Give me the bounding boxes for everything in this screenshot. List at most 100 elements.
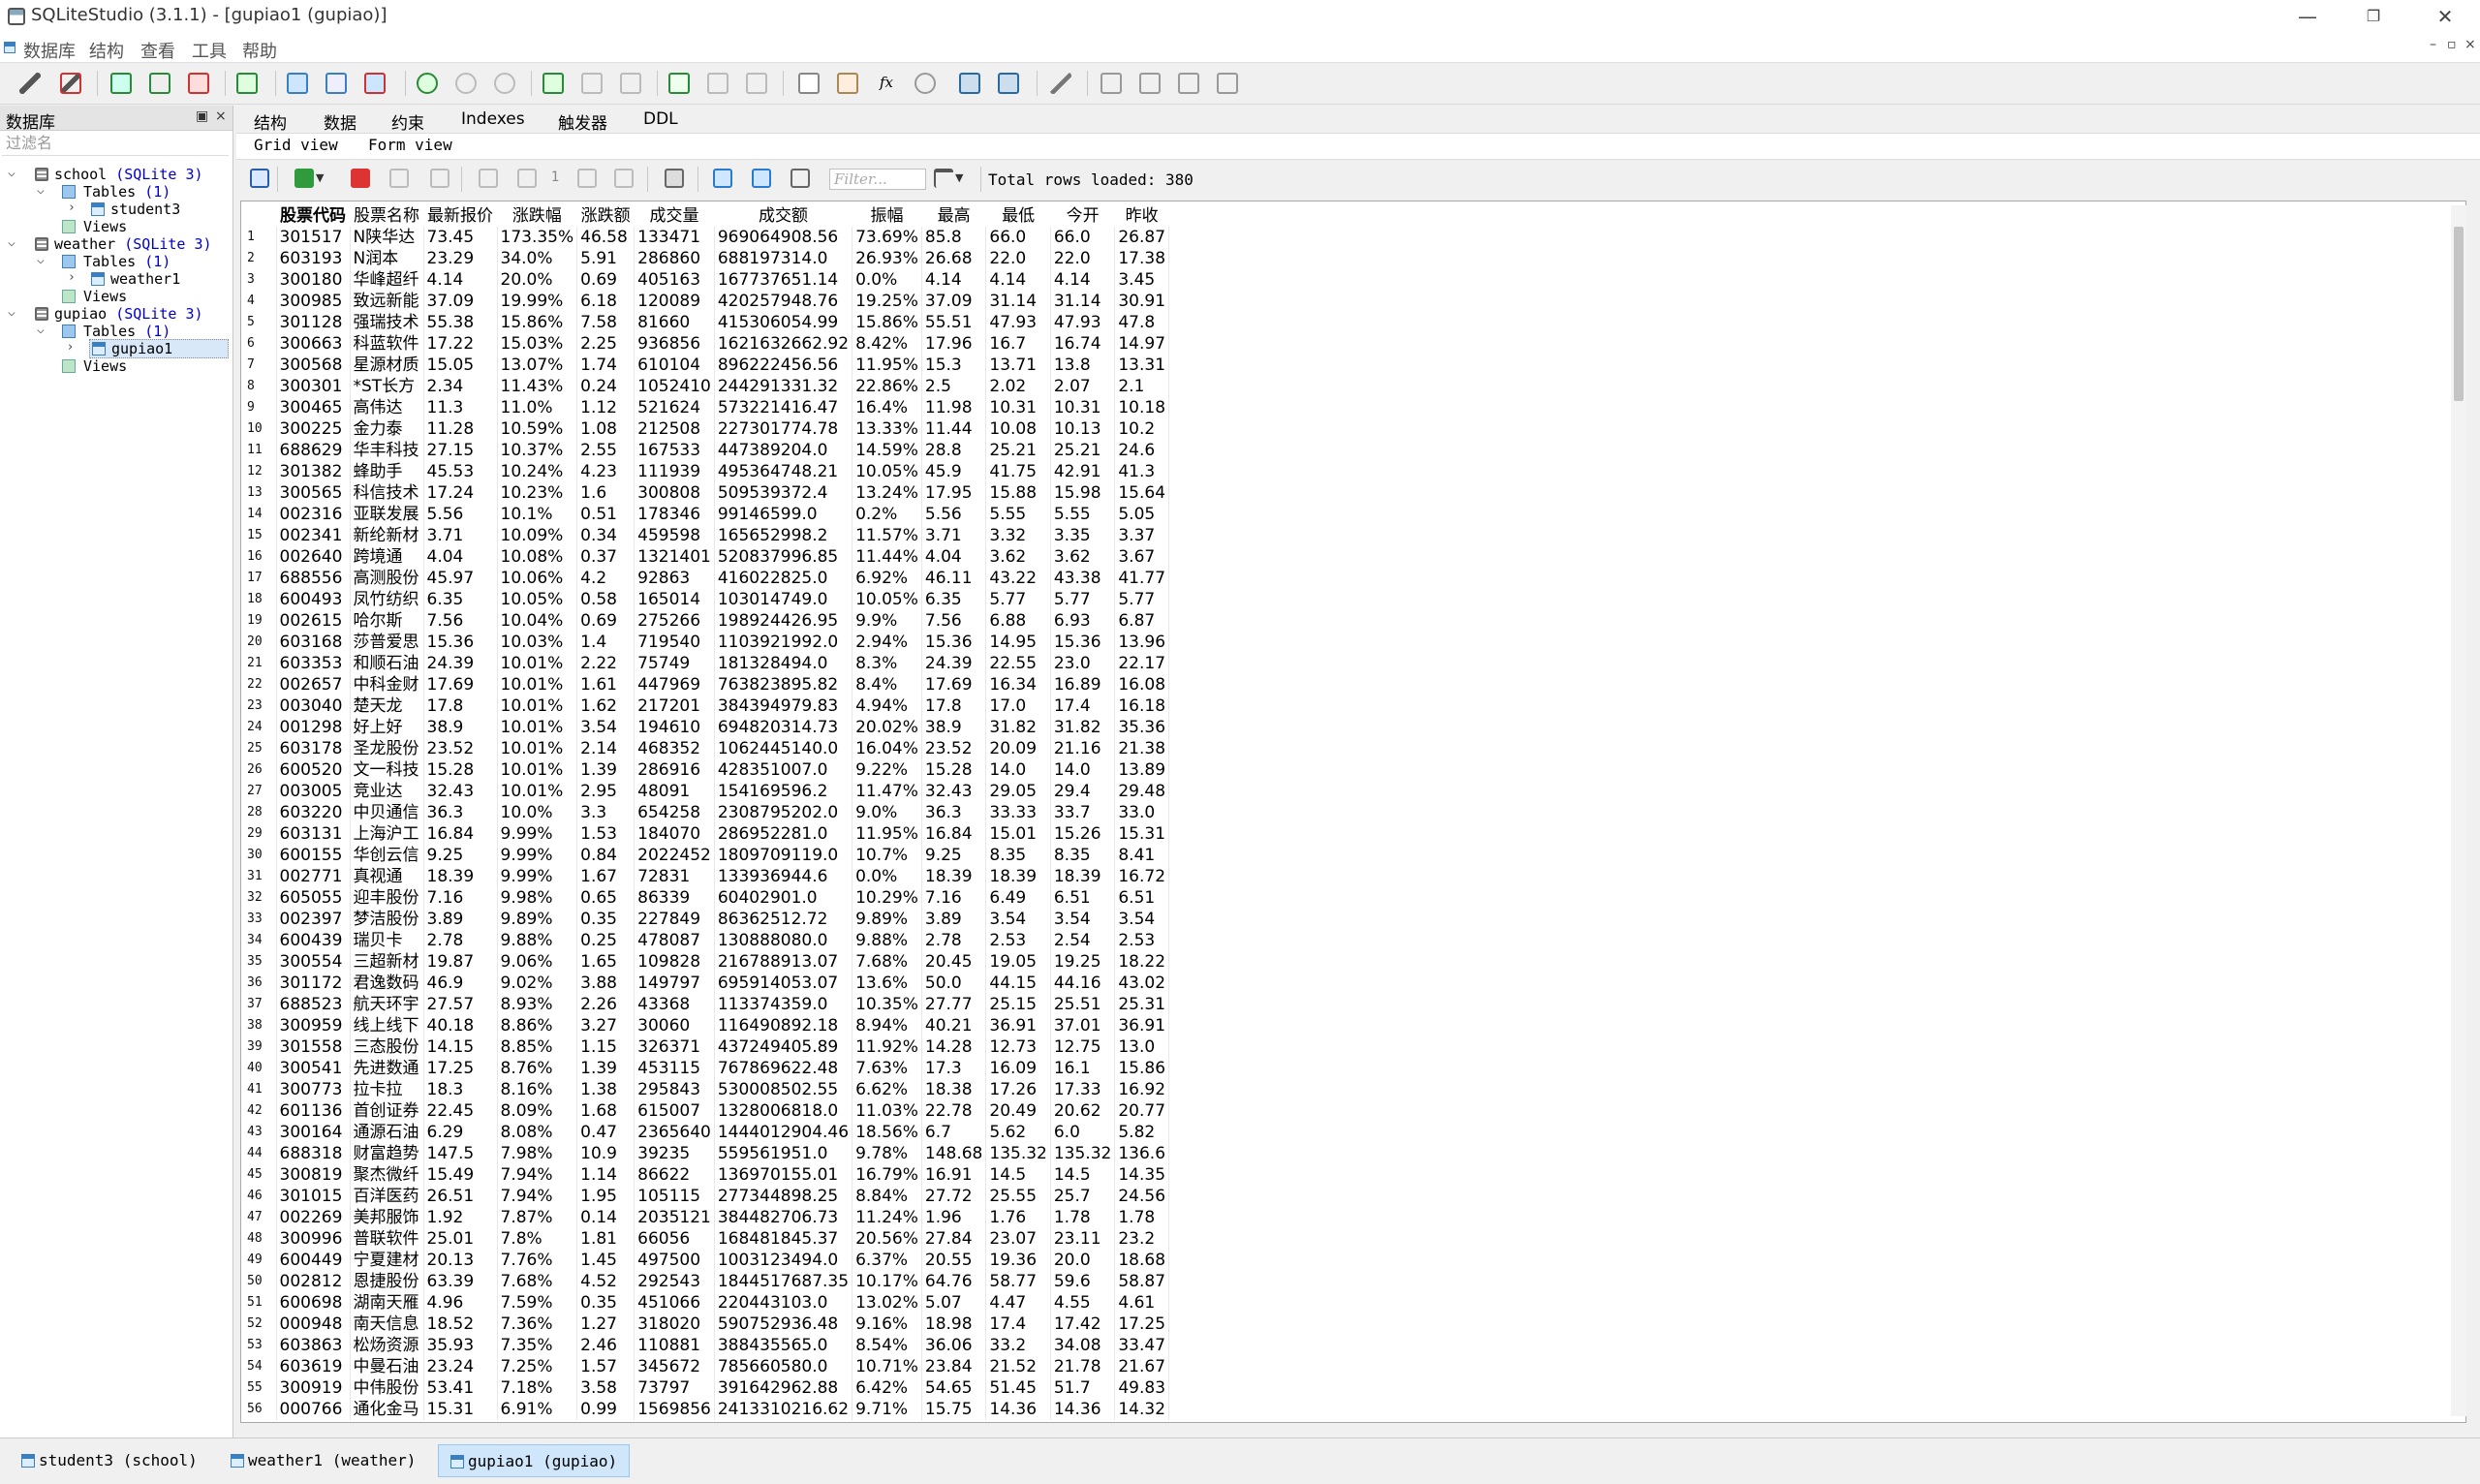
- table-cell[interactable]: 135.32: [985, 1143, 1051, 1164]
- table-cell[interactable]: 19.99%: [497, 291, 578, 312]
- table-cell[interactable]: 0.47: [576, 1122, 636, 1143]
- table-cell[interactable]: 0.69: [576, 610, 636, 632]
- table-cell[interactable]: 15.31: [423, 1399, 498, 1420]
- table-row[interactable]: 39 301558 三态股份 14.15 8.85% 1.15 326371 43724940…: [241, 1036, 1170, 1058]
- table-cell[interactable]: 15.3: [921, 355, 987, 376]
- table-cell[interactable]: 1.6: [576, 482, 636, 504]
- table-cell[interactable]: 8.16%: [497, 1079, 578, 1100]
- table-cell[interactable]: 6.62%: [852, 1079, 922, 1100]
- table-cell[interactable]: 14.5: [985, 1164, 1051, 1186]
- table-row[interactable]: 2 603193 N润本 23.29 34.0% 5.91 286860 688197314.…: [241, 248, 1170, 269]
- table-cell[interactable]: 35.36: [1114, 717, 1170, 738]
- tree-table-gupiao1-selected[interactable]: gupiao1: [89, 339, 229, 358]
- table-cell[interactable]: 37.09: [921, 291, 987, 312]
- row-number[interactable]: 15: [241, 525, 277, 546]
- table-row[interactable]: 22 002657 中科金财 17.69 10.01% 1.61 447969 7638238…: [241, 674, 1170, 696]
- row-number[interactable]: 21: [241, 653, 277, 674]
- row-number[interactable]: 29: [241, 823, 277, 845]
- table-cell[interactable]: 25.55: [985, 1186, 1051, 1207]
- table-cell[interactable]: 388435565.0: [714, 1335, 853, 1356]
- table-cell[interactable]: 8.76%: [497, 1058, 578, 1079]
- table-cell[interactable]: 24.39: [423, 653, 498, 674]
- table-cell[interactable]: 3.54: [1114, 909, 1170, 930]
- table-cell[interactable]: 7.68%: [852, 951, 922, 973]
- table-row[interactable]: 51 600698 湖南天雁 4.96 7.59% 0.35 451066 220443103…: [241, 1292, 1170, 1314]
- row-number[interactable]: 17: [241, 568, 277, 589]
- row-number[interactable]: 32: [241, 887, 277, 909]
- table-cell[interactable]: 16.84: [921, 823, 987, 845]
- table-cell[interactable]: 198924426.95: [714, 610, 853, 632]
- table-cell[interactable]: 603863: [276, 1335, 351, 1356]
- table-cell[interactable]: 495364748.21: [714, 461, 853, 482]
- refresh-data-icon[interactable]: [250, 169, 269, 188]
- table-cell[interactable]: 18.68: [1114, 1250, 1170, 1271]
- table-cell[interactable]: 6.35: [921, 589, 987, 610]
- table-cell[interactable]: 君逸数码: [350, 973, 424, 994]
- table-cell[interactable]: 8.85%: [497, 1036, 578, 1058]
- row-number[interactable]: 31: [241, 866, 277, 887]
- table-cell[interactable]: 7.56: [423, 610, 498, 632]
- table-cell[interactable]: 8.42%: [852, 333, 922, 355]
- table-cell[interactable]: 2308795202.0: [714, 802, 853, 823]
- table-cell[interactable]: 148.68: [921, 1143, 987, 1164]
- table-cell[interactable]: 致远新能: [350, 291, 424, 312]
- table-cell[interactable]: 37.01: [1050, 1015, 1116, 1036]
- table-cell[interactable]: 10.01%: [497, 674, 578, 696]
- table-cell[interactable]: 23.29: [423, 248, 498, 269]
- table-cell[interactable]: 26.93%: [852, 248, 922, 269]
- table-cell[interactable]: 147.5: [423, 1143, 498, 1164]
- table-cell[interactable]: 15.05: [423, 355, 498, 376]
- table-cell[interactable]: 32.43: [423, 781, 498, 802]
- row-number[interactable]: 5: [241, 312, 277, 333]
- table-cell[interactable]: 6.49: [985, 887, 1051, 909]
- table-cell[interactable]: 8.54%: [852, 1335, 922, 1356]
- table-cell[interactable]: 3.37: [1114, 525, 1170, 546]
- table-cell[interactable]: 10.31: [985, 397, 1051, 418]
- table-row[interactable]: 52 000948 南天信息 18.52 7.36% 1.27 318020 59075293…: [241, 1314, 1170, 1335]
- last-page-icon[interactable]: [614, 169, 634, 188]
- table-cell[interactable]: 湖南天雁: [350, 1292, 424, 1314]
- table-cell[interactable]: 3.62: [985, 546, 1051, 568]
- row-number[interactable]: 33: [241, 909, 277, 930]
- table-cell[interactable]: 6.42%: [852, 1377, 922, 1399]
- expand-columns-icon[interactable]: [752, 169, 771, 188]
- row-number[interactable]: 26: [241, 759, 277, 781]
- table-cell[interactable]: 17.42: [1050, 1314, 1116, 1335]
- table-cell[interactable]: 2.78: [921, 930, 987, 951]
- table-cell[interactable]: 32.43: [921, 781, 987, 802]
- table-cell[interactable]: 13.02%: [852, 1292, 922, 1314]
- table-cell[interactable]: 10.05%: [852, 461, 922, 482]
- row-number[interactable]: 52: [241, 1314, 277, 1335]
- table-cell[interactable]: 22.0: [985, 248, 1051, 269]
- table-cell[interactable]: 767869622.48: [714, 1058, 853, 1079]
- table-cell[interactable]: 13.71: [985, 355, 1051, 376]
- table-cell[interactable]: 金力泰: [350, 418, 424, 440]
- table-cell[interactable]: 002771: [276, 866, 351, 887]
- row-number[interactable]: 18: [241, 589, 277, 610]
- panel-close-button[interactable]: ×: [215, 108, 227, 124]
- table-row[interactable]: 13 300565 科信技术 17.24 10.23% 1.6 300808 50953937…: [241, 482, 1170, 504]
- table-cell[interactable]: 244291331.32: [714, 376, 853, 397]
- table-cell[interactable]: 601136: [276, 1100, 351, 1122]
- ddl-history-icon[interactable]: [837, 73, 858, 94]
- filter-mode-dropdown-icon[interactable]: ▼: [955, 171, 963, 184]
- tab-structure[interactable]: 结构: [254, 109, 287, 134]
- table-cell[interactable]: 17.22: [423, 333, 498, 355]
- table-cell[interactable]: 迎丰股份: [350, 887, 424, 909]
- table-cell[interactable]: 212508: [634, 418, 715, 440]
- table-cell[interactable]: 18.22: [1114, 951, 1170, 973]
- table-cell[interactable]: 002657: [276, 674, 351, 696]
- table-cell[interactable]: 财富趋势: [350, 1143, 424, 1164]
- table-cell[interactable]: 通源石油: [350, 1122, 424, 1143]
- collations-icon[interactable]: [914, 73, 936, 94]
- table-cell[interactable]: 1.08: [576, 418, 636, 440]
- table-cell[interactable]: 24.6: [1114, 440, 1170, 461]
- table-cell[interactable]: 0.0%: [852, 269, 922, 291]
- table-cell[interactable]: 2.55: [576, 440, 636, 461]
- table-cell[interactable]: 36.91: [1114, 1015, 1170, 1036]
- table-cell[interactable]: 600520: [276, 759, 351, 781]
- table-cell[interactable]: 3.45: [1114, 269, 1170, 291]
- table-row[interactable]: 10 300225 金力泰 11.28 10.59% 1.08 212508 22730177…: [241, 418, 1170, 440]
- table-cell[interactable]: 5.82: [1114, 1122, 1170, 1143]
- table-cell[interactable]: 6.91%: [497, 1399, 578, 1420]
